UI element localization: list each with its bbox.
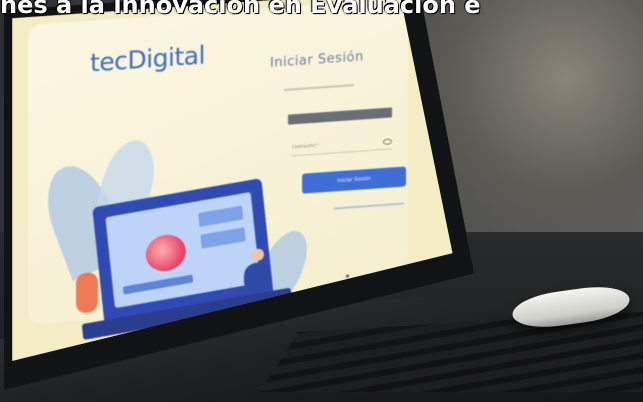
show-password-icon[interactable] — [383, 138, 392, 145]
person-icon — [244, 262, 270, 294]
person-icon — [76, 272, 98, 314]
illustration-panel — [200, 227, 245, 248]
password-label: Contraseña * — [292, 142, 319, 150]
photo-scene: tecDigital Iniciar Sesión Contraseña * I… — [0, 0, 643, 402]
illustration-monitor-screen — [105, 192, 260, 308]
brain-icon — [144, 232, 188, 275]
overlay-headline: nes a la innovación en Evaluación e — [0, 0, 481, 16]
illustration-panel — [198, 206, 243, 227]
illustration-panel — [123, 275, 193, 295]
